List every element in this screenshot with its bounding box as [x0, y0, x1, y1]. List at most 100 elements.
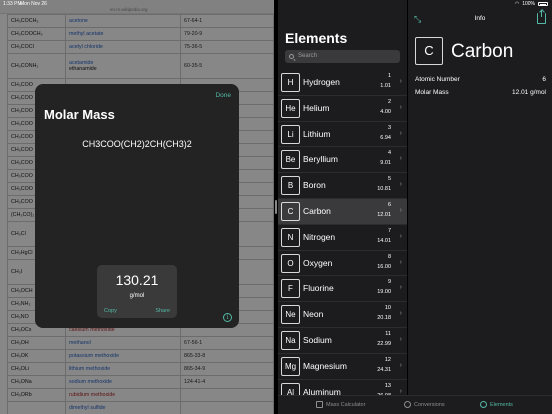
- element-symbol: Be: [281, 150, 300, 170]
- atomic-number: 3: [387, 124, 391, 131]
- molar-mass-row: Molar Mass 12.01 g/mol: [415, 89, 546, 96]
- tab-label: Mass Calculator: [326, 401, 366, 408]
- molar-mass-value: 130.21: [115, 272, 159, 288]
- safari-pane: en.m.wikipedia.org CH₃COCH₃ acetone 67-64-…: [0, 0, 274, 414]
- element-row-lithium[interactable]: Li Lithium 3 6.94 ›: [278, 122, 407, 148]
- conversions-icon: [404, 401, 411, 408]
- element-symbol: C: [281, 201, 300, 221]
- chevron-right-icon: ›: [399, 387, 402, 395]
- element-row-magnesium[interactable]: Mg Magnesium 12 24.31 ›: [278, 354, 407, 380]
- molar-mass-label: Molar Mass: [415, 89, 449, 96]
- search-placeholder: Search: [298, 53, 318, 59]
- atomic-number-value: 6: [542, 76, 546, 83]
- info-icon[interactable]: i: [223, 313, 232, 322]
- element-symbol: Na: [281, 330, 300, 350]
- share-icon[interactable]: [537, 10, 546, 24]
- element-symbol: F: [281, 279, 300, 299]
- element-row-aluminum[interactable]: AlAluminum1326.98›: [278, 380, 407, 395]
- atomic-number: 7: [387, 227, 391, 234]
- element-name: Sodium: [303, 334, 332, 345]
- element-symbol: Al: [281, 382, 300, 395]
- atomic-number: 4: [387, 150, 391, 157]
- atomic-mass: 12.01: [377, 211, 391, 218]
- tab-conversions[interactable]: Conversions: [404, 401, 445, 408]
- atomic-number: 6: [387, 201, 391, 208]
- atomic-mass: 24.31: [377, 366, 391, 373]
- molar-mass-detail-value: 12.01 g/mol: [512, 89, 546, 96]
- tab-label: Elements: [490, 401, 513, 408]
- detail-header-title: Info: [474, 15, 486, 22]
- element-symbol: Ne: [281, 305, 300, 325]
- copy-button[interactable]: Copy: [104, 308, 117, 314]
- element-row-oxygen[interactable]: O Oxygen 8 16.00 ›: [278, 251, 407, 277]
- formula-text: CH3COO(CH2)2CH(CH3)2: [82, 139, 192, 149]
- calculator-icon: [316, 401, 323, 408]
- molar-mass-unit: g/mol: [129, 293, 145, 299]
- search-field[interactable]: Search: [285, 50, 400, 63]
- atomic-mass: 19.00: [377, 289, 391, 296]
- chevron-right-icon: ›: [399, 129, 402, 137]
- element-name: Boron: [303, 180, 326, 191]
- element-row-boron[interactable]: B Boron 5 10.81 ›: [278, 173, 407, 199]
- share-button[interactable]: Share: [155, 308, 170, 314]
- atomic-number: 5: [387, 176, 391, 183]
- elements-app: Elements Search H Hydrogen 1 1.01 › He Helium 2…: [278, 0, 552, 414]
- element-row-sodium[interactable]: Na Sodium 11 22.99 ›: [278, 328, 407, 354]
- chevron-right-icon: ›: [399, 232, 402, 240]
- element-name: Helium: [303, 102, 330, 113]
- atomic-number: 11: [385, 330, 391, 337]
- atomic-mass: 20.18: [377, 315, 391, 322]
- chevron-right-icon: ›: [399, 103, 402, 111]
- element-name: Lithium: [303, 128, 331, 139]
- tab-bar: Mass Calculator Conversions Elements: [278, 395, 552, 414]
- element-symbol-tile: C: [415, 37, 443, 65]
- chevron-right-icon: ›: [399, 284, 402, 292]
- chevron-right-icon: ›: [399, 258, 402, 266]
- chevron-right-icon: ›: [399, 310, 402, 318]
- chevron-right-icon: ›: [399, 361, 402, 369]
- done-button[interactable]: Done: [215, 92, 231, 99]
- element-symbol: He: [281, 98, 300, 118]
- element-symbol: O: [281, 253, 300, 273]
- tab-elements[interactable]: Elements: [480, 401, 513, 408]
- element-row-hydrogen[interactable]: H Hydrogen 1 1.01 ›: [278, 70, 407, 96]
- tab-mass-calculator[interactable]: Mass Calculator: [316, 401, 365, 408]
- element-name: Carbon: [303, 205, 331, 216]
- element-symbol: Mg: [281, 356, 300, 376]
- element-row-beryllium[interactable]: Be Beryllium 4 9.01 ›: [278, 147, 407, 174]
- element-row-neon[interactable]: Ne Neon 10 20.18 ›: [278, 302, 407, 328]
- divider-handle[interactable]: [275, 200, 277, 214]
- atomic-number-label: Atomic Number: [415, 76, 460, 83]
- atomic-mass: 22.99: [377, 340, 391, 347]
- element-name: Magnesium: [303, 360, 347, 371]
- element-detail-pane: ⤡ Info C Carbon Atomic Number 6 Molar Ma…: [408, 0, 552, 395]
- atomic-mass: 14.01: [377, 237, 391, 244]
- element-row-carbon[interactable]: C Carbon 6 12.01 ›: [278, 198, 407, 225]
- element-name: Nitrogen: [303, 231, 336, 242]
- element-symbol: B: [281, 176, 300, 196]
- element-symbol: Li: [281, 124, 300, 144]
- chevron-right-icon: ›: [399, 206, 402, 214]
- element-name: Neon: [303, 309, 324, 320]
- atom-icon: [480, 401, 487, 408]
- chevron-right-icon: ›: [399, 78, 402, 85]
- element-name: Oxygen: [303, 257, 333, 268]
- detail-header: ⤡ Info: [408, 8, 552, 30]
- atomic-mass: 4.00: [380, 108, 391, 115]
- atomic-number: 10: [384, 305, 391, 312]
- element-name: Aluminum: [303, 386, 341, 395]
- atomic-number: 12: [384, 356, 391, 363]
- chevron-right-icon: ›: [399, 335, 402, 343]
- result-box: 130.21 g/mol Copy Share: [97, 265, 177, 318]
- molar-mass-modal: Done Molar Mass CH3COO(CH2)2CH(CH3)2 130…: [35, 84, 239, 328]
- element-row-helium[interactable]: He Helium 2 4.00 ›: [278, 96, 407, 122]
- elements-list: H Hydrogen 1 1.01 › He Helium 2 4.00 › Li Lithium 3 6…: [278, 70, 407, 395]
- element-row-nitrogen[interactable]: N Nitrogen 7 14.01 ›: [278, 225, 407, 251]
- ipad-screen: 1:33 PM Mon Nov 26 ◠ 100% en.m.wikipedia…: [0, 0, 552, 414]
- atomic-mass: 16.00: [377, 263, 391, 270]
- element-symbol: H: [281, 73, 300, 92]
- element-name: Fluorine: [303, 283, 334, 294]
- elements-title: Elements: [285, 30, 348, 46]
- chevron-right-icon: ›: [399, 181, 402, 189]
- element-row-fluorine[interactable]: F Fluorine 9 19.00 ›: [278, 276, 407, 303]
